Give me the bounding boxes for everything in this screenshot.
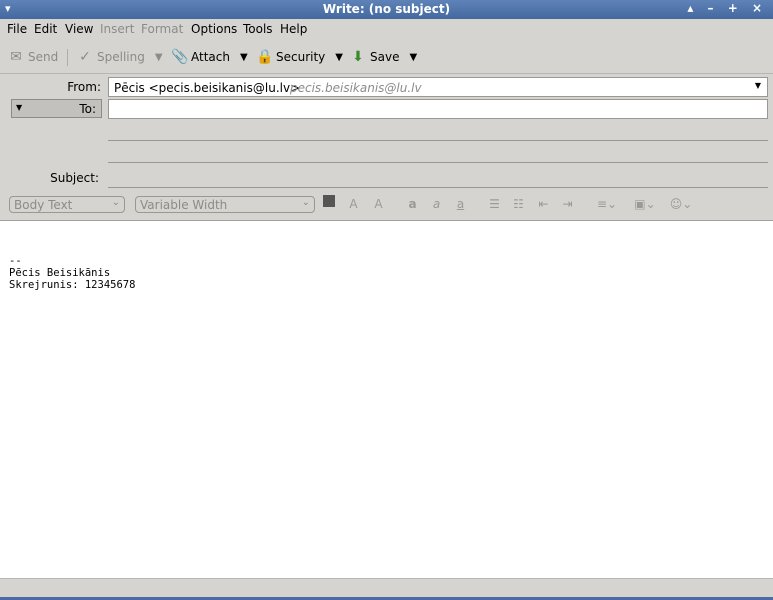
spellcheck-icon: ✓	[79, 49, 91, 65]
indent-icon[interactable]: ⇥	[560, 198, 575, 211]
chevron-down-icon[interactable]: ▼	[155, 52, 163, 63]
to-input[interactable]	[108, 99, 768, 119]
larger-font-icon[interactable]: A	[371, 198, 386, 211]
send-button[interactable]: ✉ Send	[8, 49, 58, 65]
subject-input[interactable]	[108, 167, 768, 188]
menu-file[interactable]: File	[7, 22, 27, 36]
attach-button[interactable]: 📎 Attach ▼	[171, 49, 248, 65]
signature-text: -- Pēcis Beisikānis Skrejrunis: 12345678	[9, 255, 136, 291]
from-value: Pēcis <pecis.beisikanis@lu.lv>	[114, 81, 301, 95]
spelling-label: Spelling	[97, 50, 145, 64]
send-icon: ✉	[10, 49, 22, 65]
security-label: Security	[276, 50, 326, 64]
paragraph-style-select[interactable]: Body Text ⌄	[9, 196, 125, 213]
outdent-icon[interactable]: ⇤	[536, 198, 551, 211]
menu-edit[interactable]: Edit	[34, 22, 57, 36]
chevron-down-icon: ⌄	[111, 197, 120, 208]
recipient-row-divider	[108, 162, 768, 163]
chevron-down-icon: ▼	[16, 103, 23, 112]
paperclip-icon: 📎	[171, 49, 189, 65]
security-button[interactable]: 🔒 Security ▼	[256, 49, 343, 65]
spelling-button[interactable]: ✓ Spelling ▼	[77, 49, 163, 65]
save-label: Save	[370, 50, 400, 64]
italic-icon[interactable]: a	[429, 198, 444, 211]
toolbar-separator	[67, 49, 68, 66]
lock-icon: 🔒	[256, 49, 274, 65]
chevron-down-icon[interactable]: ▼	[335, 52, 343, 63]
font-select[interactable]: Variable Width ⌄	[135, 196, 315, 213]
title-bar: ▾ Write: (no subject) ▴ – + ×	[0, 0, 773, 19]
compose-window: ▾ Write: (no subject) ▴ – + × File Edit …	[0, 0, 773, 600]
paragraph-style-value: Body Text	[14, 198, 73, 212]
attach-label: Attach	[191, 50, 230, 64]
chevron-down-icon: ▼	[754, 81, 761, 90]
underline-icon[interactable]: a	[453, 198, 468, 211]
recipient-row-divider	[108, 140, 768, 141]
smiley-icon[interactable]: ☺⌄	[668, 198, 694, 211]
chevron-down-icon: ⌄	[301, 197, 310, 208]
to-label: To:	[79, 102, 96, 116]
subject-label: Subject:	[50, 171, 99, 185]
save-button[interactable]: ⬇ Save ▼	[350, 49, 417, 65]
menu-view[interactable]: View	[65, 22, 93, 36]
chevron-down-icon[interactable]: ▼	[240, 52, 248, 63]
numbered-list-icon[interactable]: ☷	[511, 198, 526, 211]
from-label: From:	[67, 80, 101, 94]
text-color-icon[interactable]	[323, 195, 335, 207]
menu-format[interactable]: Format	[141, 22, 183, 36]
menu-bar: File Edit View Insert Format Options Too…	[0, 19, 773, 40]
bold-icon[interactable]: a	[405, 198, 420, 211]
align-icon[interactable]: ≡⌄	[594, 198, 620, 211]
recipient-type-select[interactable]: ▼ To:	[11, 99, 102, 118]
status-bar	[0, 578, 773, 598]
font-value: Variable Width	[140, 198, 228, 212]
menu-tools[interactable]: Tools	[243, 22, 273, 36]
smaller-font-icon[interactable]: A	[346, 198, 361, 211]
message-body-editor[interactable]: -- Pēcis Beisikānis Skrejrunis: 12345678	[0, 220, 773, 578]
insert-image-icon[interactable]: ▣⌄	[632, 198, 658, 211]
bullet-list-icon[interactable]: ☰	[487, 198, 502, 211]
send-label: Send	[28, 50, 59, 64]
window-title: Write: (no subject)	[322, 2, 451, 16]
menu-insert[interactable]: Insert	[100, 22, 134, 36]
menu-options[interactable]: Options	[191, 22, 237, 36]
from-alias: pecis.beisikanis@lu.lv	[290, 81, 422, 95]
window-controls[interactable]: ▴ – + ×	[687, 1, 767, 15]
toolbar: ✉ Send ✓ Spelling ▼ 📎 Attach ▼ 🔒 Securit…	[0, 41, 773, 74]
chevron-down-icon[interactable]: ▼	[409, 52, 417, 63]
save-icon: ⬇	[352, 49, 364, 65]
from-select[interactable]: Pēcis <pecis.beisikanis@lu.lv> pecis.bei…	[108, 77, 768, 97]
menu-help[interactable]: Help	[280, 22, 307, 36]
